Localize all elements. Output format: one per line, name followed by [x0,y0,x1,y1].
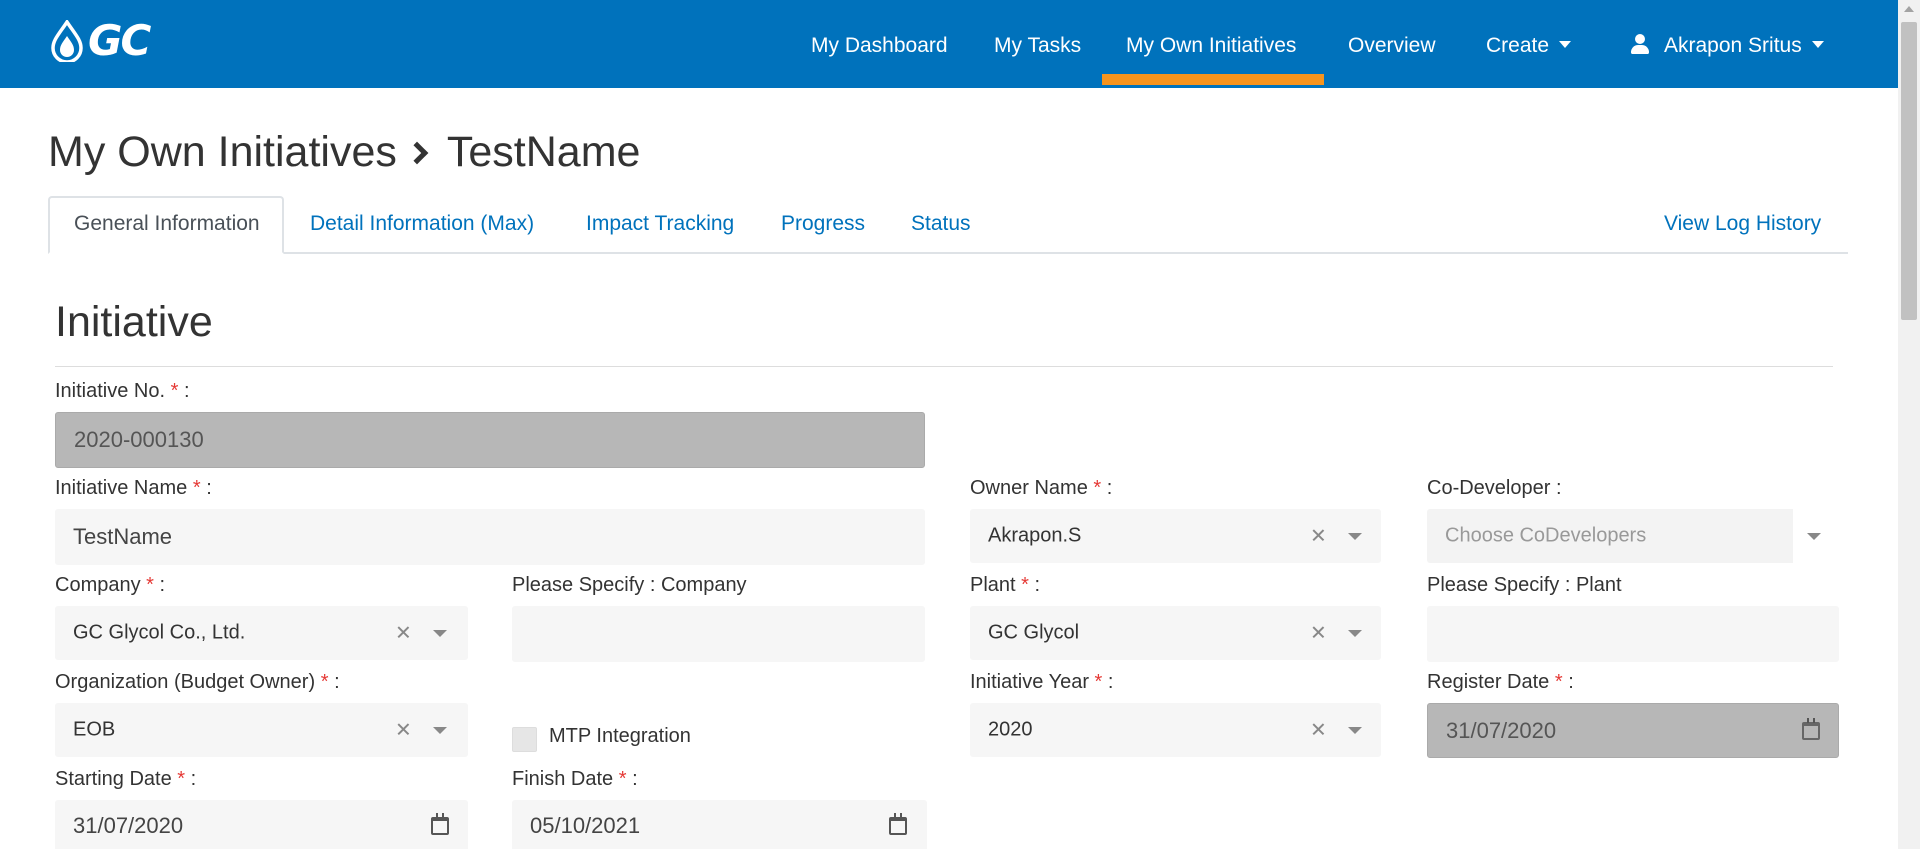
initiative-no-label: Initiative No. * : [55,380,190,402]
user-name: Akrapon Sritus [1664,34,1802,57]
dropdown-caret-icon[interactable] [433,630,447,637]
initiative-year-select[interactable]: 2020 ✕ [970,703,1381,757]
owner-name-select[interactable]: Akrapon.S ✕ [970,509,1381,563]
initiative-year-label: Initiative Year * : [970,671,1114,693]
mtp-integration-label: MTP Integration [549,725,691,747]
tab-progress[interactable]: Progress [781,212,865,236]
specify-plant-label: Please Specify : Plant [1427,574,1622,596]
calendar-icon[interactable] [889,813,907,835]
organization-label: Organization (Budget Owner) * : [55,671,340,693]
finish-date-input[interactable]: 05/10/2021 [512,800,927,849]
clear-icon[interactable]: ✕ [1310,718,1327,743]
scrollbar-thumb[interactable] [1901,22,1917,320]
dropdown-caret-icon[interactable] [1348,727,1362,734]
page-scrollbar[interactable] [1898,0,1920,849]
starting-date-input[interactable]: 31/07/2020 [55,800,468,849]
user-icon [1630,34,1650,55]
clear-icon[interactable]: ✕ [395,621,412,646]
company-label: Company * : [55,574,166,596]
caret-down-icon [1811,41,1824,49]
company-select[interactable]: GC Glycol Co., Ltd. ✕ [55,606,468,660]
nav-create-dropdown[interactable]: Create [1486,34,1572,58]
breadcrumb-parent[interactable]: My Own Initiatives [48,128,397,177]
co-developer-caret-area[interactable] [1793,509,1839,563]
finish-date-label: Finish Date * : [512,768,638,790]
tab-label: General Information [74,212,260,235]
scroll-up-arrow-icon[interactable] [1904,6,1914,12]
clear-icon[interactable]: ✕ [1310,621,1327,646]
dropdown-caret-icon[interactable] [433,727,447,734]
tab-status[interactable]: Status [911,212,971,236]
tab-impact-tracking[interactable]: Impact Tracking [586,212,734,236]
specify-company-input[interactable] [512,606,925,662]
tab-detail-information[interactable]: Detail Information (Max) [310,212,534,236]
co-developer-select[interactable]: Choose CoDevelopers [1427,509,1839,563]
tabs-divider [48,252,1848,254]
view-log-history-link[interactable]: View Log History [1664,212,1821,236]
top-navbar: GC My Dashboard My Tasks My Own Initiati… [0,0,1898,88]
register-date-label: Register Date * : [1427,671,1574,693]
nav-my-tasks[interactable]: My Tasks [994,34,1081,58]
specify-plant-input[interactable] [1427,606,1839,662]
plant-select[interactable]: GC Glycol ✕ [970,606,1381,660]
brand-logo[interactable]: GC [50,16,151,65]
breadcrumb: My Own Initiatives TestName [48,128,640,177]
organization-select[interactable]: EOB ✕ [55,703,468,757]
dropdown-caret-icon[interactable] [1807,533,1821,540]
calendar-icon [1802,717,1820,740]
section-divider [55,366,1833,367]
nav-my-own-initiatives[interactable]: My Own Initiatives [1126,34,1296,58]
nav-active-indicator [1102,74,1324,85]
plant-label: Plant * : [970,574,1041,596]
co-developer-label: Co-Developer : [1427,477,1562,499]
tab-general-information[interactable]: General Information [48,196,284,254]
starting-date-label: Starting Date * : [55,768,197,790]
nav-user-menu[interactable]: Akrapon Sritus [1630,34,1824,58]
initiative-name-label: Initiative Name * : [55,477,212,499]
mtp-integration-checkbox[interactable] [512,727,537,752]
dropdown-caret-icon[interactable] [1348,533,1362,540]
owner-name-label: Owner Name * : [970,477,1113,499]
section-title: Initiative [55,298,213,346]
clear-icon[interactable]: ✕ [395,718,412,743]
brand-text: GC [88,16,151,65]
caret-down-icon [1559,41,1572,49]
nav-overview[interactable]: Overview [1348,34,1436,58]
register-date-field: 31/07/2020 [1427,703,1839,758]
nav-create-label: Create [1486,34,1550,57]
nav-my-dashboard[interactable]: My Dashboard [811,34,948,58]
dropdown-caret-icon[interactable] [1348,630,1362,637]
initiative-name-input[interactable]: TestName [55,509,925,565]
initiative-no-field: 2020-000130 [55,412,925,468]
breadcrumb-current: TestName [446,128,641,176]
calendar-icon[interactable] [431,813,449,835]
chevron-right-icon [405,141,429,164]
logo-drop-icon [51,20,83,62]
specify-company-label: Please Specify : Company [512,574,747,596]
clear-icon[interactable]: ✕ [1310,524,1327,549]
